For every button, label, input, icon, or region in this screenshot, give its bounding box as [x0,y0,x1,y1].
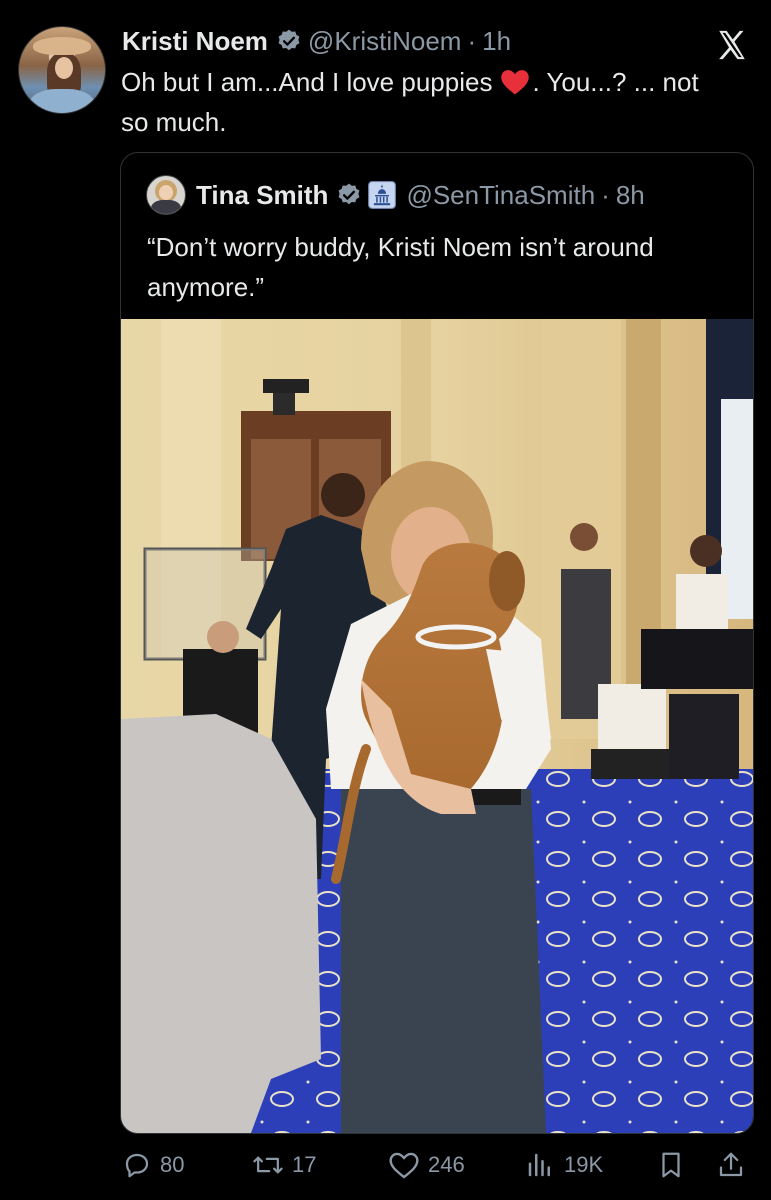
repost-button[interactable]: 17 [252,1150,316,1180]
share-button[interactable] [716,1150,754,1180]
tweet-text-part1: Oh but I am...And I love puppies [121,67,493,97]
avatar-hat [33,37,91,55]
repost-count: 17 [292,1152,317,1177]
quote-author-handle[interactable]: @SenTinaSmith [406,180,595,211]
tweet-header: Kristi Noem @KristiNoem · 1h [122,26,511,56]
action-bar: 80 17 246 19K [0,1140,771,1190]
repost-icon [253,1156,283,1174]
views-button[interactable]: 19K [524,1150,603,1180]
quote-avatar-body [151,200,181,214]
bookmark-icon [662,1152,680,1178]
verified-badge-icon [278,29,300,51]
x-logo-icon[interactable] [715,28,749,62]
reply-icon [125,1153,149,1178]
reply-count: 80 [160,1152,185,1177]
tweet-time[interactable]: 1h [482,26,511,57]
avatar-face [55,57,73,79]
quote-time[interactable]: 8h [616,180,645,211]
like-button[interactable]: 246 [388,1150,465,1180]
quote-text: “Don’t worry buddy, Kristi Noem isn’t ar… [147,232,654,302]
quote-author-name[interactable]: Tina Smith [196,180,328,211]
quoted-tweet[interactable]: Tina Smith @SenTinaSmith · 8h “Don’t wor… [120,152,754,1134]
views-bar-chart-icon [528,1153,550,1177]
heart-icon [389,1152,419,1179]
tweet-text: Oh but I am...And I love puppies. You...… [121,62,731,142]
views-count: 19K [564,1152,604,1177]
quote-photo[interactable] [121,319,753,1133]
quote-header: Tina Smith @SenTinaSmith · 8h [146,175,645,215]
avatar-shirt [29,89,95,113]
author-name[interactable]: Kristi Noem [122,26,268,57]
verified-badge-icon [339,183,360,205]
like-count: 246 [428,1152,465,1177]
quote-avatar-face [159,185,173,200]
author-handle[interactable]: @KristiNoem [308,26,462,57]
reply-button[interactable]: 80 [122,1150,184,1180]
time-separator: · [467,25,477,56]
share-icon [719,1152,743,1177]
government-capitol-badge-icon [368,181,397,209]
red-heart-emoji-icon [501,70,530,95]
author-avatar[interactable] [18,26,106,114]
quote-time-separator: · [601,179,610,210]
bookmark-button[interactable] [656,1150,694,1180]
quote-author-avatar[interactable] [146,175,186,215]
